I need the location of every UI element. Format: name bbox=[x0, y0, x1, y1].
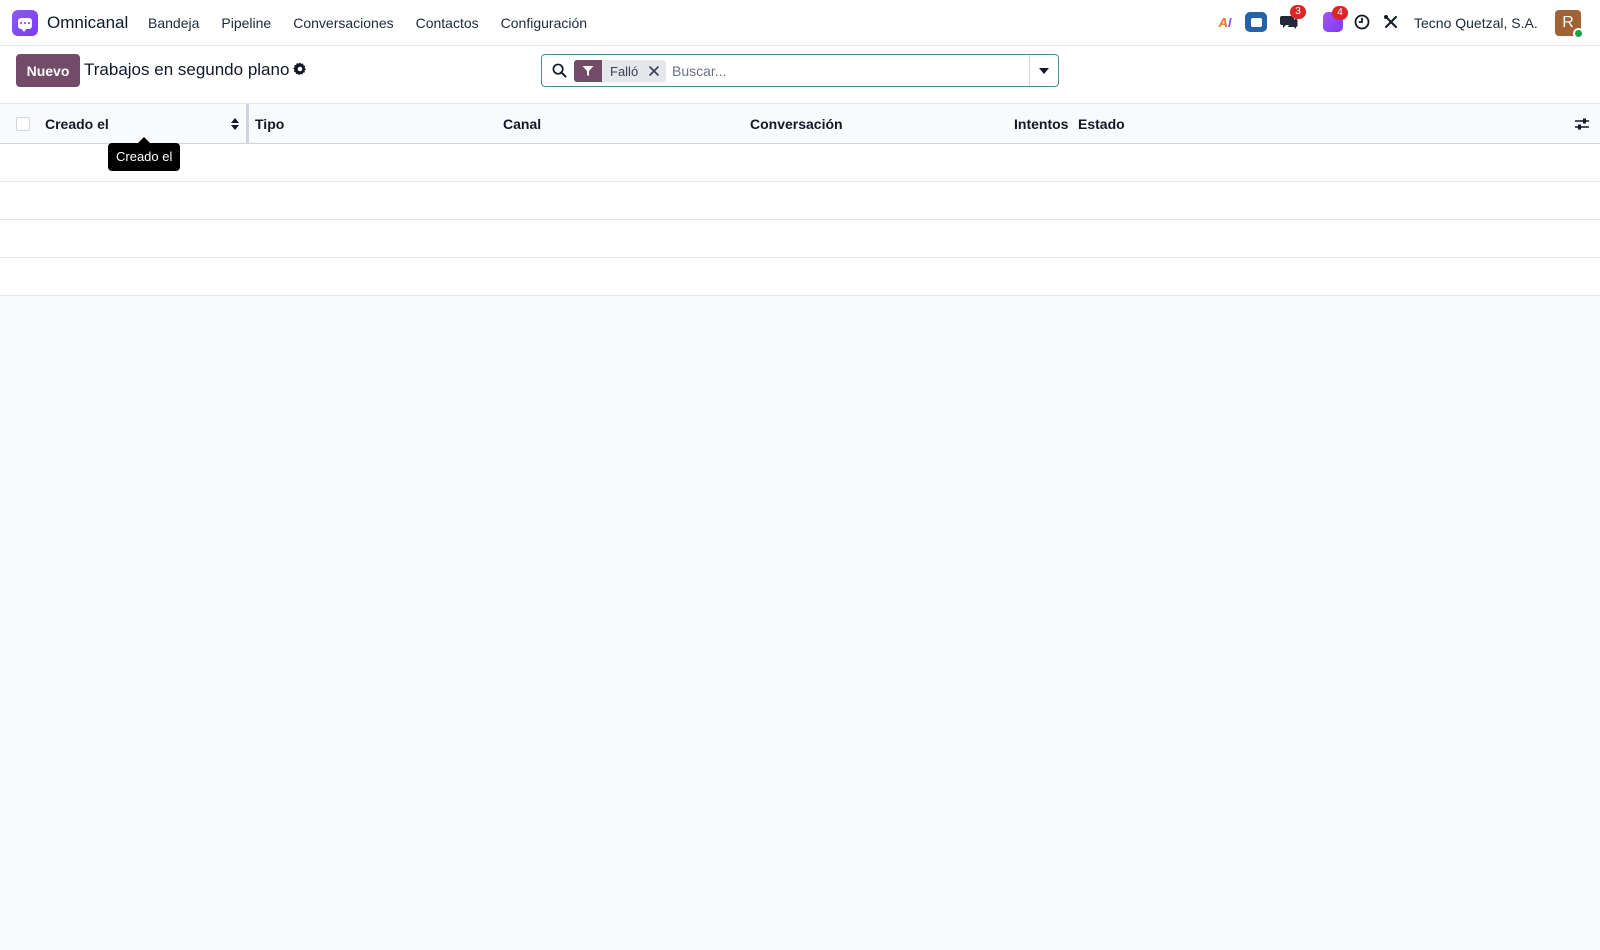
online-status-dot bbox=[1573, 28, 1584, 39]
list-view: Creado el Tipo Canal Conversación Intent… bbox=[0, 104, 1600, 296]
search-input[interactable] bbox=[672, 61, 1012, 81]
search-facet-filter: Falló bbox=[574, 60, 667, 82]
optional-columns-icon[interactable] bbox=[1574, 116, 1590, 132]
menu-item-bandeja[interactable]: Bandeja bbox=[148, 15, 199, 31]
column-header-channel[interactable]: Canal bbox=[503, 116, 541, 132]
caret-down-icon bbox=[1039, 67, 1049, 74]
debug-tools-icon[interactable] bbox=[1380, 11, 1402, 33]
livechat-icon[interactable] bbox=[1245, 11, 1267, 33]
user-avatar[interactable]: R bbox=[1555, 10, 1584, 39]
list-header: Creado el Tipo Canal Conversación Intent… bbox=[0, 104, 1600, 144]
new-button[interactable]: Nuevo bbox=[16, 54, 80, 87]
close-icon[interactable] bbox=[646, 60, 666, 82]
column-resize-handle[interactable] bbox=[246, 104, 249, 144]
menu-item-conversaciones[interactable]: Conversaciones bbox=[293, 15, 393, 31]
menu-item-contactos[interactable]: Contactos bbox=[416, 15, 479, 31]
table-row bbox=[0, 220, 1600, 258]
activity-clock-icon[interactable] bbox=[1351, 11, 1373, 33]
messages-icon[interactable]: 3 bbox=[1278, 5, 1306, 33]
table-row bbox=[0, 182, 1600, 220]
column-header-created[interactable]: Creado el bbox=[45, 116, 109, 132]
sort-icon[interactable] bbox=[230, 117, 240, 131]
app-name[interactable]: Omnicanal bbox=[47, 13, 128, 33]
search-icon bbox=[552, 63, 568, 79]
gear-icon[interactable] bbox=[293, 62, 309, 78]
column-header-status[interactable]: Estado bbox=[1078, 116, 1125, 132]
page-title: Trabajos en segundo plano bbox=[84, 60, 290, 79]
top-navbar: Omnicanal Bandeja Pipeline Conversacione… bbox=[0, 0, 1600, 46]
menu-item-configuracion[interactable]: Configuración bbox=[501, 15, 587, 31]
ai-icon[interactable]: AI bbox=[1214, 11, 1236, 33]
column-header-type[interactable]: Tipo bbox=[255, 116, 284, 132]
column-header-conversation[interactable]: Conversación bbox=[750, 116, 843, 132]
search-options-toggle[interactable] bbox=[1029, 55, 1058, 86]
tooltip: Creado el bbox=[108, 137, 181, 171]
filter-icon bbox=[574, 60, 602, 82]
omnichannel-app-icon[interactable] bbox=[12, 10, 38, 36]
facet-label: Falló bbox=[610, 63, 639, 79]
main-menu: Bandeja Pipeline Conversaciones Contacto… bbox=[148, 15, 609, 31]
table-row bbox=[0, 258, 1600, 296]
control-panel: Nuevo Trabajos en segundo plano Falló bbox=[0, 46, 1600, 104]
table-row bbox=[0, 144, 1600, 182]
company-switcher[interactable]: Tecno Quetzal, S.A. bbox=[1414, 15, 1538, 31]
search-bar: Falló bbox=[541, 54, 1059, 87]
column-header-attempts[interactable]: Intentos bbox=[1014, 116, 1068, 132]
omnichannel-badge: 4 bbox=[1332, 6, 1348, 20]
messages-badge: 3 bbox=[1290, 5, 1306, 19]
select-all-checkbox[interactable] bbox=[16, 117, 30, 131]
menu-item-pipeline[interactable]: Pipeline bbox=[221, 15, 271, 31]
omnichannel-tray-icon[interactable]: 4 bbox=[1322, 6, 1348, 33]
